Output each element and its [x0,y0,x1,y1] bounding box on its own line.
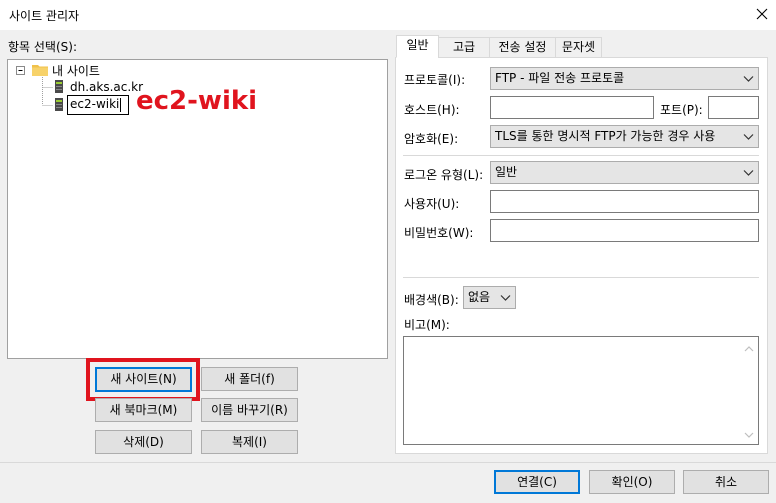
logon-type-select[interactable]: 일반 [490,161,759,184]
tree-label: 항목 선택(S): [8,40,77,54]
user-input[interactable] [490,190,759,213]
close-icon[interactable] [752,4,772,24]
new-bookmark-button[interactable]: 새 북마크(M) [95,398,192,422]
chevron-down-icon [743,134,754,140]
chevron-down-icon [743,170,754,176]
chevron-down-icon [743,76,754,82]
tab-advanced[interactable]: 고급 [438,37,490,58]
host-input[interactable] [490,96,654,119]
window-title: 사이트 관리자 [9,9,80,23]
divider [403,277,759,278]
tab-charset[interactable]: 문자셋 [555,37,602,58]
bgcolor-select[interactable]: 없음 [463,286,516,309]
server-icon [54,98,64,115]
tab-general[interactable]: 일반 [396,35,439,58]
chevron-down-icon [500,295,511,301]
password-input[interactable] [490,219,759,242]
delete-button[interactable]: 삭제(D) [95,430,192,454]
tab-transfer-settings[interactable]: 전송 설정 [489,37,556,58]
annotation-label: ec2-wiki [136,86,258,116]
folder-icon [32,63,48,80]
title-bar [0,0,776,30]
protocol-label: 프로토콜(I): [404,73,466,87]
port-input[interactable] [708,96,759,119]
tree-node-site[interactable]: dh.aks.ac.kr [70,80,143,94]
encryption-label: 암호화(E): [404,132,459,146]
encryption-select[interactable]: TLS를 통한 명시적 FTP가 가능한 경우 사용 [490,125,759,148]
logon-type-label: 로그온 유형(L): [404,168,484,182]
ok-button[interactable]: 확인(O) [589,470,675,494]
server-icon [54,80,64,97]
scrollbar[interactable] [743,343,755,441]
cancel-button[interactable]: 취소 [683,470,769,494]
divider [403,155,759,156]
tree-node-site-editing: ec2-wiki [70,97,120,111]
user-label: 사용자(U): [404,197,460,211]
tree-node-root[interactable]: 내 사이트 [52,62,100,79]
rename-button[interactable]: 이름 바꾸기(R) [201,398,298,422]
new-site-button[interactable]: 새 사이트(N) [95,367,192,392]
port-label: 포트(P): [660,103,703,117]
bgcolor-label: 배경색(B): [404,293,459,307]
protocol-select[interactable]: FTP - 파일 전송 프로토콜 [490,67,759,90]
new-folder-button[interactable]: 새 폴더(f) [201,367,298,391]
rename-input[interactable]: ec2-wiki [67,95,129,115]
password-label: 비밀번호(W): [404,226,474,240]
duplicate-button[interactable]: 복제(I) [201,430,298,454]
footer-divider [0,462,776,463]
connect-button[interactable]: 연결(C) [494,470,580,494]
host-label: 호스트(H): [404,103,460,117]
comments-textarea[interactable] [403,336,759,445]
comments-label: 비고(M): [404,318,450,332]
